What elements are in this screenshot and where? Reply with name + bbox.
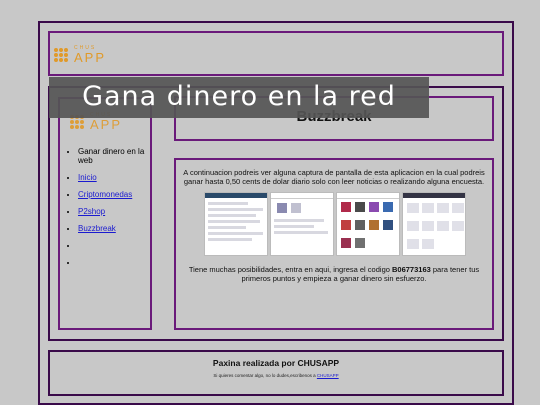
footer-contact-link[interactable]: CHUSAPP bbox=[317, 373, 339, 378]
banner-overlay: Gana dinero en la red bbox=[49, 77, 429, 118]
sidebar-link-criptomonedas[interactable]: Criptomonedas bbox=[78, 190, 132, 199]
footer-title: Paxina realizada por CHUSAPP bbox=[212, 358, 340, 368]
header bbox=[48, 31, 504, 76]
app-screenshot bbox=[204, 192, 268, 256]
sidebar-item-ganar: Ganar dinero en la web bbox=[78, 147, 158, 165]
sidebar-item-empty-2 bbox=[78, 258, 158, 267]
footer: Paxina realizada por CHUSAPP Si quieres … bbox=[48, 350, 504, 396]
app-screenshot bbox=[402, 192, 466, 256]
header-logo[interactable]: CHUS APP bbox=[54, 46, 106, 64]
content-box: A continuacion podreis ver alguna captur… bbox=[174, 158, 494, 330]
footer-note: Si quieres comentar algo, no lo dudes,es… bbox=[213, 373, 339, 378]
outro-text: Tiene muchas posibilidades, entra en aqu… bbox=[188, 265, 480, 283]
app-screenshot bbox=[336, 192, 400, 256]
sidebar-item-inicio[interactable]: Inicio bbox=[78, 173, 158, 182]
referral-code: B06773163 bbox=[392, 265, 431, 274]
sidebar-menu: Ganar dinero en la web Inicio Criptomone… bbox=[68, 147, 158, 275]
sidebar-item-criptomonedas[interactable]: Criptomonedas bbox=[78, 190, 158, 199]
banner-text: Gana dinero en la red bbox=[82, 81, 396, 112]
screenshot-gallery bbox=[204, 192, 466, 256]
logo-big-text: APP bbox=[90, 117, 123, 132]
sidebar-link-inicio[interactable]: Inicio bbox=[78, 173, 97, 182]
sidebar-item-p2shop[interactable]: P2shop bbox=[78, 207, 158, 216]
sidebar-item-buzzbreak[interactable]: Buzzbreak bbox=[78, 224, 158, 233]
app-screenshot bbox=[270, 192, 334, 256]
logo-big-text: APP bbox=[74, 50, 107, 65]
sidebar-link-p2shop[interactable]: P2shop bbox=[78, 207, 105, 216]
logo-dots-icon bbox=[54, 48, 68, 62]
intro-text: A continuacion podreis ver alguna captur… bbox=[183, 168, 485, 186]
sidebar-link-buzzbreak[interactable]: Buzzbreak bbox=[78, 224, 116, 233]
sidebar-item-empty-1 bbox=[78, 241, 158, 250]
